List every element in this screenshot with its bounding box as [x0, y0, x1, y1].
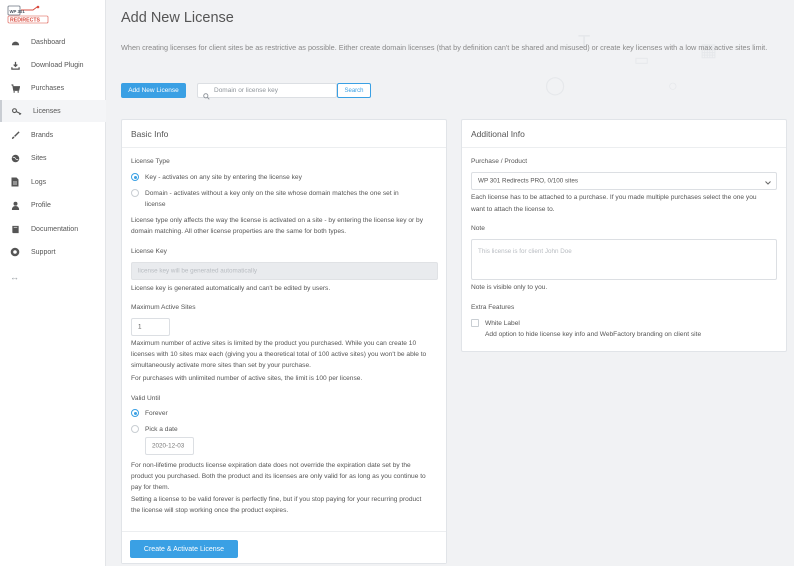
license-type-label: License Type: [131, 158, 170, 165]
add-new-license-button[interactable]: Add New License: [121, 83, 186, 98]
license-type-domain-radio[interactable]: [131, 189, 139, 197]
license-key-field: license key will be generated automatica…: [131, 262, 438, 280]
sidebar-item-label: Profile: [31, 201, 51, 209]
additional-info-card: Additional Info Purchase / Product WP 30…: [461, 119, 787, 352]
additional-info-title: Additional Info: [471, 129, 525, 139]
globe-icon: [10, 153, 20, 163]
brush-icon: [10, 130, 20, 140]
sidebar-item-label: Dashboard: [31, 38, 66, 46]
purchase-help: want to attach the license to.: [471, 206, 555, 213]
create-activate-license-button[interactable]: Create & Activate License: [130, 540, 238, 558]
date-input[interactable]: 2020-12-03: [145, 437, 194, 455]
sidebar-item-logs[interactable]: Logs: [0, 171, 106, 193]
circle-doodle-icon: ○: [668, 78, 678, 95]
purchase-label: Purchase / Product: [471, 158, 528, 165]
basic-info-card: Basic Info License Type Key - activates …: [121, 119, 447, 564]
dashboard-icon: [10, 37, 20, 47]
max-sites-help: For purchases with unlimited number of a…: [131, 375, 363, 382]
sidebar-item-purchases[interactable]: Purchases: [0, 77, 106, 99]
valid-pick-date-label[interactable]: Pick a date: [145, 426, 178, 433]
valid-until-label: Valid Until: [131, 395, 161, 402]
purchase-select-value: WP 301 Redirects PRO, 0/100 sites: [478, 177, 578, 185]
card-divider: [462, 147, 786, 148]
chevron-down-icon: [765, 172, 771, 190]
valid-until-help: For non-lifetime products license expira…: [131, 462, 411, 469]
search-input[interactable]: Domain or license key: [197, 83, 337, 100]
white-label-checkbox[interactable]: [471, 319, 479, 327]
page-intro: When creating licenses for client sites …: [121, 43, 768, 52]
note-help: Note is visible only to you.: [471, 284, 548, 291]
sidebar-item-dashboard[interactable]: Dashboard: [0, 31, 106, 53]
note-textarea[interactable]: This license is for client John Doe: [471, 239, 777, 280]
sidebar-item-profile[interactable]: Profile: [0, 194, 106, 216]
logo-text: REDIRECTS: [10, 18, 41, 24]
valid-forever-radio[interactable]: [131, 409, 139, 417]
valid-until-help: Setting a license to be valid forever is…: [131, 496, 422, 503]
license-type-help: License type only affects the way the li…: [131, 217, 423, 224]
valid-until-help: the license will stop working once the p…: [131, 507, 289, 514]
search-button[interactable]: Search: [337, 83, 371, 98]
valid-pick-date-radio[interactable]: [131, 425, 139, 433]
white-label-label[interactable]: White Label: [485, 320, 520, 327]
license-type-key-radio[interactable]: [131, 173, 139, 181]
license-key-help: License key is generated automatically a…: [131, 285, 331, 292]
brand-logo[interactable]: WP 301 REDIRECTS: [7, 5, 49, 25]
note-label: Note: [471, 225, 485, 232]
book-icon: [10, 224, 20, 234]
user-icon: [10, 200, 20, 210]
white-label-help: Add option to hide license key info and …: [485, 331, 702, 338]
max-sites-help: simultaneously activate more sites than …: [131, 362, 311, 369]
sidebar-item-label: Purchases: [31, 84, 65, 92]
max-sites-value: 1: [138, 323, 142, 331]
search-placeholder: Domain or license key: [214, 87, 278, 94]
license-key-placeholder: license key will be generated automatica…: [138, 267, 258, 275]
valid-until-help: pay for them.: [131, 484, 170, 491]
document-icon: [10, 177, 20, 187]
valid-forever-label[interactable]: Forever: [145, 410, 168, 417]
valid-until-help: product you purchased. Both the product …: [131, 473, 426, 480]
sidebar: WP 301 REDIRECTS Dashboard Download Plugi…: [0, 0, 106, 566]
sidebar-item-label: Brands: [31, 131, 54, 139]
sidebar-item-label: Licenses: [33, 107, 61, 115]
max-sites-label: Maximum Active Sites: [131, 304, 196, 311]
purchase-help: Each license has to be attached to a pur…: [471, 194, 757, 201]
sidebar-item-label: Support: [31, 248, 56, 256]
sidebar-item-label: Logs: [31, 178, 47, 186]
collapse-sidebar-icon[interactable]: ↔: [10, 272, 19, 282]
sidebar-item-label: Download Plugin: [31, 61, 84, 69]
search-icon: [203, 87, 210, 105]
license-type-domain-label-cont[interactable]: license: [145, 201, 166, 208]
license-key-label: License Key: [131, 248, 167, 255]
page-title: Add New License: [121, 10, 234, 26]
sidebar-item-licenses[interactable]: Licenses: [0, 100, 106, 122]
sidebar-item-label: Documentation: [31, 225, 79, 233]
license-type-key-label[interactable]: Key - activates on any site by entering …: [145, 174, 302, 181]
logo-text: WP 301: [10, 9, 26, 14]
extra-features-label: Extra Features: [471, 304, 515, 311]
date-value: 2020-12-03: [152, 442, 185, 450]
sidebar-item-brands[interactable]: Brands: [0, 124, 106, 146]
download-icon: [10, 60, 20, 70]
license-type-domain-label[interactable]: Domain - activates without a key only on…: [145, 190, 399, 197]
basic-info-title: Basic Info: [131, 129, 169, 139]
note-placeholder: This license is for client John Doe: [478, 248, 572, 255]
sidebar-item-sites[interactable]: Sites: [0, 147, 106, 169]
key-icon: [12, 106, 22, 116]
sidebar-item-download-plugin[interactable]: Download Plugin: [0, 54, 106, 76]
sidebar-item-support[interactable]: Support: [0, 241, 106, 263]
max-sites-help: Maximum number of active sites is limite…: [131, 340, 417, 347]
cart-icon: [10, 83, 20, 93]
card-divider: [122, 147, 446, 148]
sidebar-item-label: Sites: [31, 154, 47, 162]
lifebuoy-icon: [10, 247, 20, 257]
clock-doodle-icon: ◯: [545, 75, 566, 95]
sidebar-item-documentation[interactable]: Documentation: [0, 218, 106, 240]
max-sites-input[interactable]: 1: [131, 318, 170, 336]
max-sites-help: licenses with 10 sites max each (giving …: [131, 351, 427, 358]
license-type-help: domain matching. All other license prope…: [131, 228, 347, 235]
purchase-select[interactable]: WP 301 Redirects PRO, 0/100 sites: [471, 172, 777, 190]
